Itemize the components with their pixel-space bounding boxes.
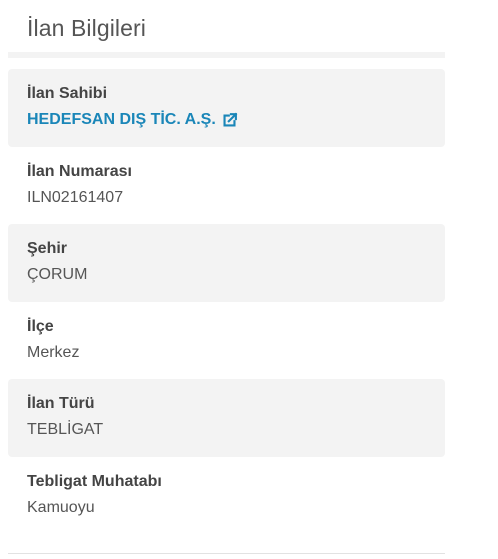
detail-row-city: Şehir ÇORUM	[8, 224, 445, 302]
detail-value: TEBLİGAT	[27, 421, 104, 438]
details-list: İlan Sahibi HEDEFSAN DIŞ TİC. A.Ş. İlan …	[8, 69, 445, 534]
detail-value: ILN02161407	[27, 188, 124, 206]
detail-value: Kamuoyu	[27, 498, 95, 516]
ad-info-panel: İlan Bilgileri İlan Sahibi HEDEFSAN DIŞ …	[0, 0, 498, 559]
divider	[8, 52, 445, 58]
detail-row-type: İlan Türü TEBLİGAT	[8, 379, 445, 457]
detail-label: İlçe	[27, 317, 54, 335]
detail-row-recipient: Tebligat Muhatabı Kamuoyu	[8, 457, 445, 535]
external-link-icon[interactable]	[221, 112, 238, 129]
detail-value: Merkez	[27, 343, 80, 361]
detail-label: İlan Sahibi	[27, 85, 108, 102]
section-title: İlan Bilgileri	[27, 15, 147, 41]
detail-label: Tebligat Muhatabı	[27, 472, 162, 490]
owner-link-text[interactable]: HEDEFSAN DIŞ TİC. A.Ş.	[27, 111, 216, 129]
detail-label: İlan Türü	[27, 395, 95, 412]
owner-link[interactable]: HEDEFSAN DIŞ TİC. A.Ş.	[27, 111, 445, 129]
divider	[8, 553, 445, 554]
detail-row-owner: İlan Sahibi HEDEFSAN DIŞ TİC. A.Ş.	[8, 69, 445, 147]
detail-row-district: İlçe Merkez	[8, 302, 445, 380]
detail-value: ÇORUM	[27, 266, 88, 283]
detail-label: İlan Numarası	[27, 162, 132, 180]
detail-row-number: İlan Numarası ILN02161407	[8, 147, 445, 225]
detail-label: Şehir	[27, 240, 68, 257]
